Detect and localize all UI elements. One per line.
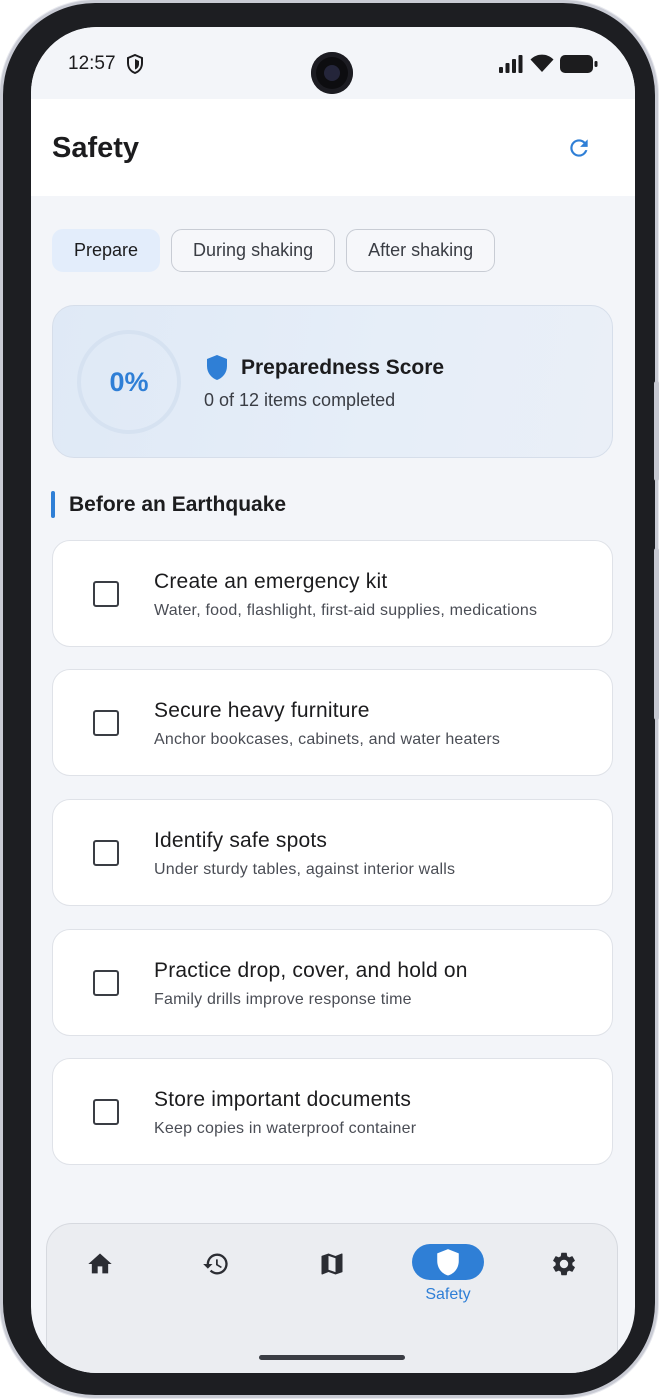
item-title: Secure heavy furniture — [154, 699, 370, 722]
checklist-item[interactable]: Practice drop, cover, and hold on Family… — [52, 929, 613, 1036]
page-title: Safety — [52, 132, 140, 164]
preparedness-score-card: 0% Preparedness Score 0 of 12 items comp… — [52, 305, 613, 458]
section-title: Before an Earthquake — [69, 493, 287, 516]
wifi-icon — [530, 54, 554, 78]
shield-icon — [205, 354, 229, 386]
refresh-icon — [570, 139, 588, 157]
nav-safety[interactable]: Safety — [412, 1244, 484, 1304]
section-accent-bar — [51, 491, 55, 518]
power-button — [654, 548, 659, 720]
signal-icon — [499, 55, 523, 78]
refresh-button[interactable] — [563, 132, 595, 164]
shield-icon — [437, 1249, 459, 1276]
checkbox[interactable] — [93, 1099, 119, 1125]
volume-button — [654, 381, 659, 481]
checklist-item[interactable]: Identify safe spots Under sturdy tables,… — [52, 799, 613, 906]
battery-icon — [560, 55, 598, 78]
nav-settings[interactable] — [529, 1244, 599, 1304]
nav-home[interactable] — [65, 1244, 135, 1304]
status-bar: 12:57 — [31, 27, 635, 99]
settings-icon — [553, 1252, 575, 1276]
tab-prepare[interactable]: Prepare — [52, 229, 161, 272]
checkbox[interactable] — [93, 970, 119, 996]
app-bar: Safety — [31, 99, 635, 196]
home-indicator[interactable] — [259, 1355, 405, 1360]
nav-map[interactable] — [297, 1244, 367, 1304]
checkbox[interactable] — [93, 710, 119, 736]
checklist-item[interactable]: Create an emergency kit Water, food, fla… — [52, 540, 613, 647]
item-subtitle: Under sturdy tables, against interior wa… — [154, 861, 456, 878]
score-percent: 0% — [109, 366, 149, 397]
item-title: Store important documents — [154, 1088, 412, 1111]
item-subtitle: Water, food, flashlight, first-aid suppl… — [154, 602, 538, 619]
item-title: Create an emergency kit — [154, 570, 388, 593]
screen: 12:57 Safety Prepare During shaking Afte… — [31, 27, 635, 1373]
item-title: Practice drop, cover, and hold on — [154, 959, 468, 982]
status-time: 12:57 — [68, 53, 116, 74]
tab-bar: Prepare During shaking After shaking — [52, 229, 496, 272]
checklist-item[interactable]: Secure heavy furniture Anchor bookcases,… — [52, 669, 613, 776]
item-subtitle: Family drills improve response time — [154, 991, 412, 1008]
nav-history[interactable] — [181, 1244, 251, 1304]
nav-safety-label: Safety — [425, 1286, 471, 1303]
score-title: Preparedness Score — [241, 356, 445, 379]
tab-after-shaking[interactable]: After shaking — [346, 229, 496, 272]
checklist-item[interactable]: Store important documents Keep copies in… — [52, 1058, 613, 1165]
item-subtitle: Keep copies in waterproof container — [154, 1120, 417, 1137]
score-subtitle: 0 of 12 items completed — [204, 390, 396, 410]
map-icon — [321, 1253, 343, 1275]
checkbox[interactable] — [93, 840, 119, 866]
phone-frame: 12:57 Safety Prepare During shaking Afte… — [3, 3, 659, 1395]
checkbox[interactable] — [93, 581, 119, 607]
shield-status-icon — [126, 53, 144, 79]
item-title: Identify safe spots — [154, 829, 328, 852]
item-subtitle: Anchor bookcases, cabinets, and water he… — [154, 731, 501, 748]
front-camera — [311, 52, 353, 94]
tab-during-shaking[interactable]: During shaking — [171, 229, 336, 272]
home-icon — [88, 1253, 112, 1274]
bottom-navigation: Safety — [46, 1223, 618, 1373]
history-icon — [203, 1253, 228, 1275]
